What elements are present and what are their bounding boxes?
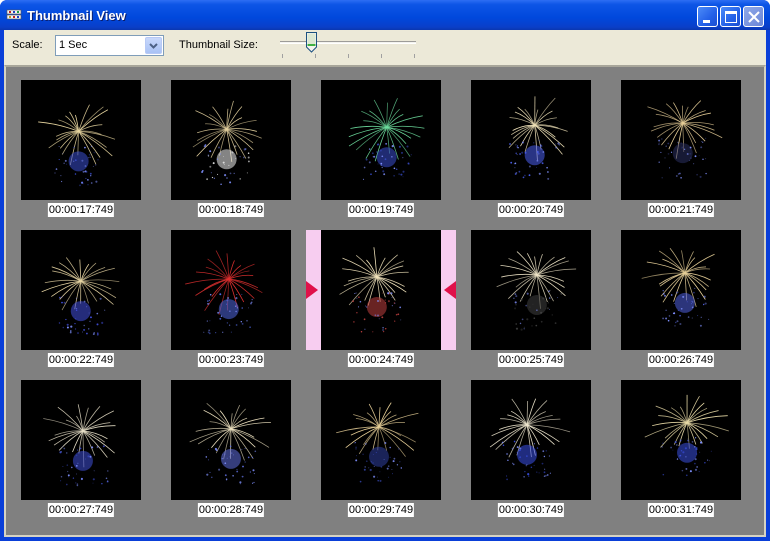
thumbnail-grid[interactable]: 00:00:17:749 00:00:18:749 00:00:19:749 00:0…: [4, 65, 766, 537]
thumbnail-image[interactable]: [471, 230, 591, 350]
thumbnail-image[interactable]: [321, 80, 441, 200]
thumbnail-timestamp: 00:00:30:749: [497, 503, 565, 517]
firework-frame-image: [43, 404, 116, 487]
thumbnail-image[interactable]: [21, 80, 141, 200]
firework-frame-image: [496, 251, 577, 331]
thumbnail-timestamp: 00:00:28:749: [197, 503, 265, 517]
thumbnail-timestamp: 00:00:22:749: [47, 353, 115, 367]
thumbnail-image[interactable]: [21, 380, 141, 500]
firework-frame-image: [348, 98, 425, 180]
thumbnail-image[interactable]: [171, 380, 291, 500]
firework-frame-image: [189, 402, 271, 485]
thumbnail-timestamp: 00:00:17:749: [47, 203, 115, 217]
thumbnail-timestamp: 00:00:31:749: [647, 503, 715, 517]
maximize-icon: [725, 11, 737, 23]
thumbnail-size-slider-track[interactable]: [280, 41, 416, 44]
slider-tick: [381, 54, 382, 58]
thumbnail-image[interactable]: [621, 80, 741, 200]
thumbnail-image[interactable]: [171, 80, 291, 200]
thumbnail-image[interactable]: [321, 230, 441, 350]
thumbnail-image[interactable]: [621, 230, 741, 350]
title-bar[interactable]: Thumbnail View: [0, 0, 770, 30]
thumbnail-image[interactable]: [471, 80, 591, 200]
maximize-button[interactable]: [720, 6, 741, 27]
close-button[interactable]: [743, 6, 764, 27]
slider-thumb-icon: [306, 32, 317, 53]
thumbnail-timestamp: 00:00:20:749: [497, 203, 565, 217]
thumbnail-timestamp: 00:00:29:749: [347, 503, 415, 517]
thumbnail-image[interactable]: [621, 380, 741, 500]
selection-arrow-left-icon: [444, 281, 456, 299]
chevron-down-icon: [149, 43, 158, 49]
thumbnail-timestamp: 00:00:18:749: [197, 203, 265, 217]
firework-frame-image: [339, 247, 409, 333]
thumbnail-view-window: Thumbnail View Scale: 1 Sec Thumbnail Si…: [0, 0, 770, 541]
scale-dropdown[interactable]: 1 Sec: [55, 35, 164, 56]
thumbnail-image[interactable]: [171, 230, 291, 350]
thumbnail-image[interactable]: [471, 380, 591, 500]
thumbnail-size-slider-thumb[interactable]: [306, 32, 317, 53]
thumbnail-timestamp: 00:00:23:749: [197, 353, 265, 367]
slider-tick: [282, 54, 283, 58]
firework-frame-image: [185, 250, 263, 335]
thumbnail-timestamp: 00:00:24:749: [347, 353, 415, 367]
slider-tick: [414, 54, 415, 58]
firework-frame-image: [41, 257, 120, 336]
firework-frame-image: [508, 96, 568, 180]
firework-frame-image: [489, 398, 571, 481]
minimize-button[interactable]: [697, 6, 718, 27]
thumbnail-timestamp: 00:00:26:749: [647, 353, 715, 367]
film-app-icon: [6, 7, 22, 23]
dropdown-arrow-button[interactable]: [145, 37, 162, 54]
selection-arrow-right-icon: [306, 281, 318, 299]
firework-frame-image: [336, 402, 419, 483]
thumbnail-timestamp: 00:00:19:749: [347, 203, 415, 217]
thumbnail-timestamp: 00:00:21:749: [647, 203, 715, 217]
firework-frame-image: [647, 100, 723, 179]
firework-frame-image: [641, 247, 715, 327]
thumbnail-size-label: Thumbnail Size:: [179, 39, 258, 51]
thumbnail-timestamp: 00:00:27:749: [47, 503, 115, 517]
close-icon: [748, 11, 760, 23]
thumbnail-image[interactable]: [321, 380, 441, 500]
slider-tick: [348, 54, 349, 58]
firework-frame-image: [192, 100, 262, 185]
scale-dropdown-value: 1 Sec: [59, 39, 88, 51]
slider-tick: [315, 54, 316, 58]
firework-frame-image: [644, 394, 729, 477]
scale-label: Scale:: [12, 39, 43, 51]
client-area: Scale: 1 Sec Thumbnail Size: 00:00:17:74…: [4, 30, 766, 537]
minimize-icon: [703, 20, 710, 23]
thumbnail-timestamp: 00:00:25:749: [497, 353, 565, 367]
firework-frame-image: [38, 104, 116, 187]
window-title: Thumbnail View: [27, 8, 126, 23]
thumbnail-image[interactable]: [21, 230, 141, 350]
toolbar: Scale: 1 Sec Thumbnail Size:: [4, 30, 766, 65]
